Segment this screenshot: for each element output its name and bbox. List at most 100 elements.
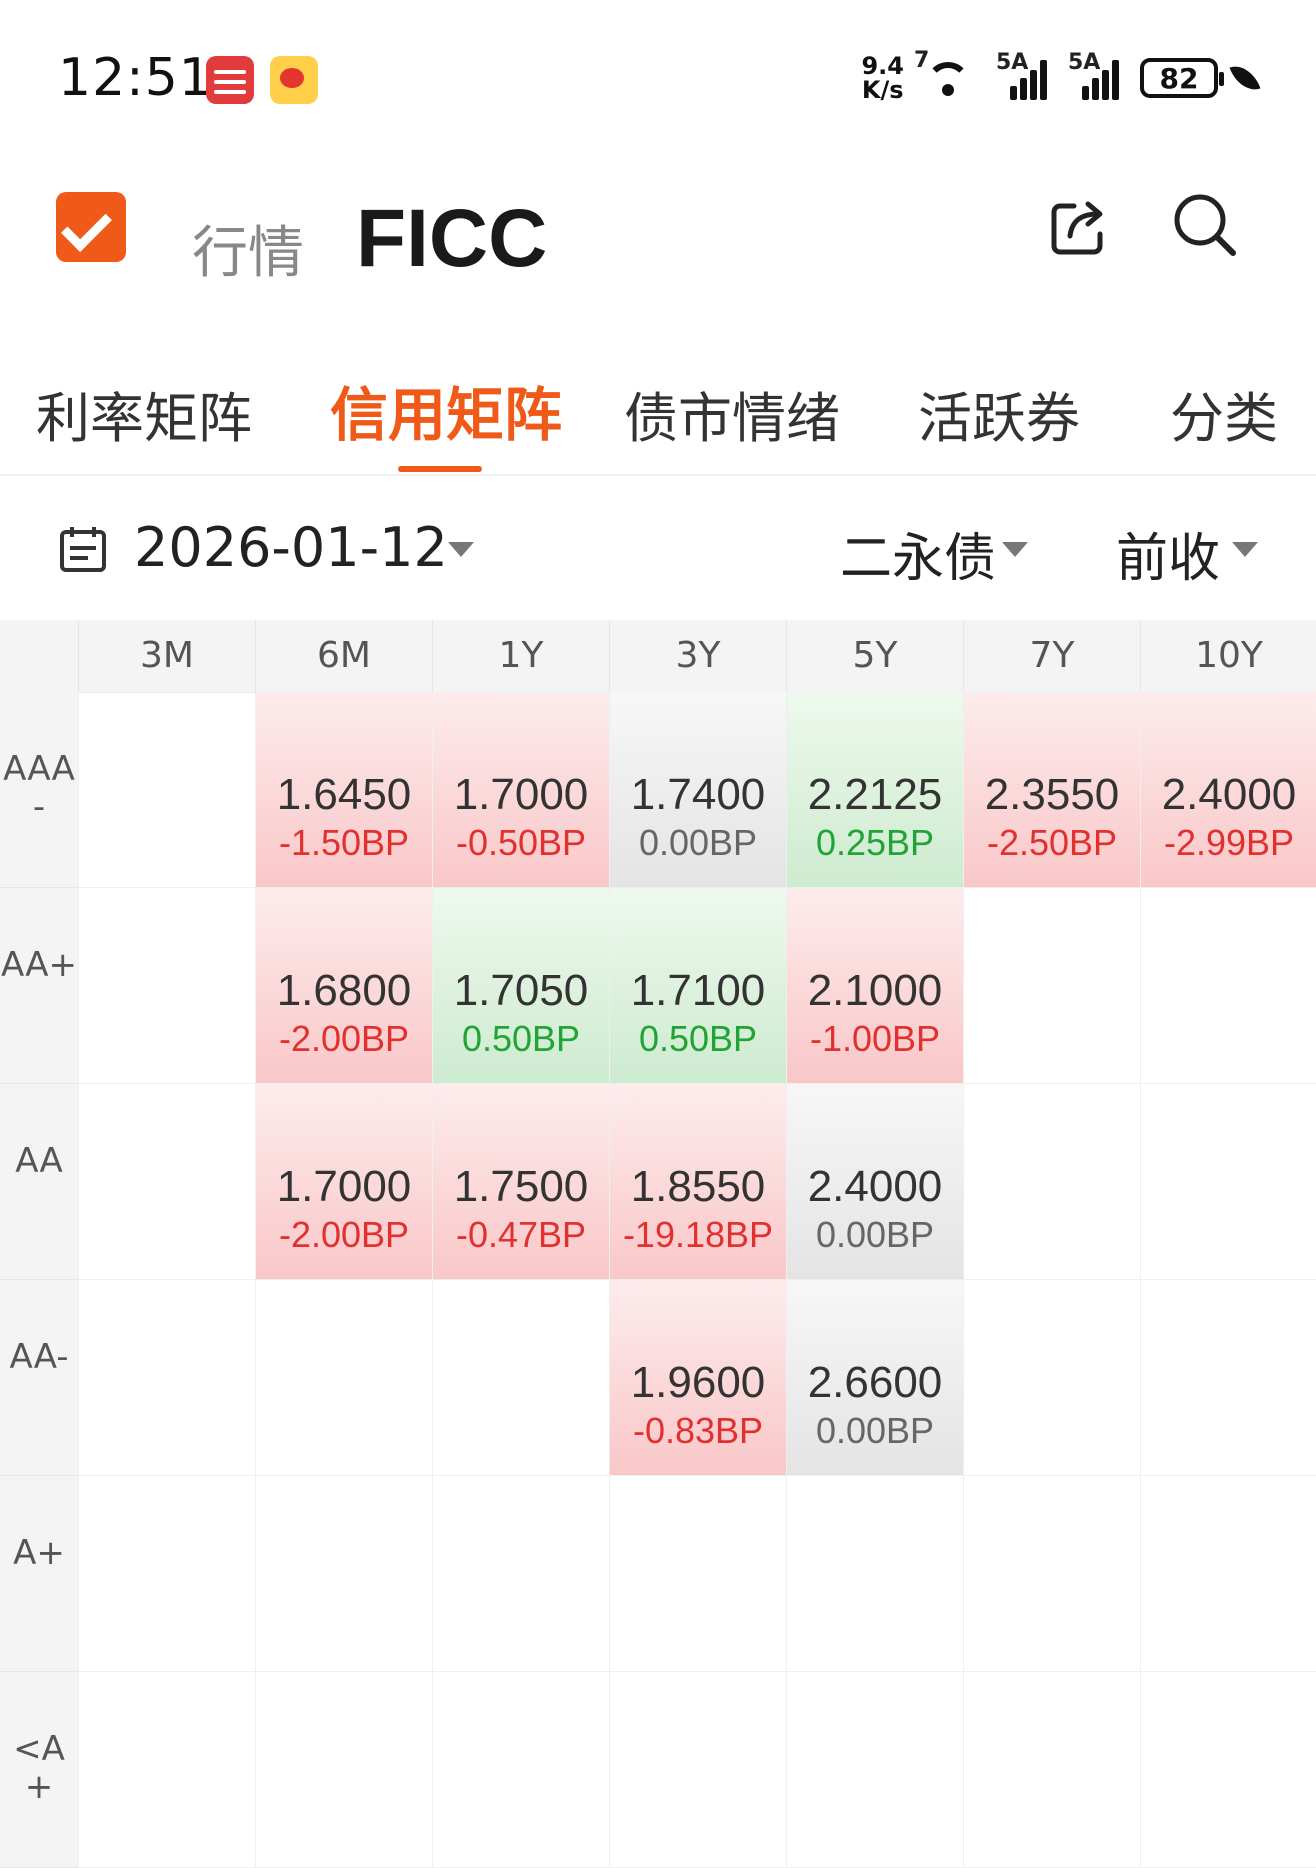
yield-value: 1.7400 — [630, 770, 766, 819]
matrix-cell-empty — [1140, 1084, 1316, 1280]
tab-bar: 利率矩阵 信用矩阵 债市情绪 活跃券 分类 — [0, 330, 1316, 476]
chevron-down-icon[interactable] — [448, 542, 474, 557]
wifi-icon — [920, 56, 980, 100]
matrix-cell-empty — [78, 1476, 255, 1672]
matrix-cell-empty — [1140, 888, 1316, 1084]
matrix-cell-empty — [963, 1280, 1140, 1476]
yield-value: 1.6450 — [276, 770, 412, 819]
page-title: FICC — [356, 193, 548, 284]
matrix-cell[interactable]: 2.3550 -2.50BP — [963, 692, 1140, 888]
matrix-cell[interactable]: 1.6450 -1.50BP — [255, 692, 432, 888]
yield-change: 0.50BP — [461, 1018, 581, 1059]
matrix-cell-empty — [1140, 1476, 1316, 1672]
yield-value: 2.4000 — [1161, 770, 1297, 819]
yield-value: 2.1000 — [807, 966, 943, 1015]
matrix-cell[interactable]: 1.7100 0.50BP — [609, 888, 786, 1084]
tab-category[interactable]: 分类 — [1170, 374, 1278, 453]
price-basis-selector[interactable]: 前收 — [1116, 516, 1220, 591]
yield-change: 0.00BP — [815, 1214, 935, 1255]
matrix-cell-empty — [432, 1672, 609, 1868]
yield-change: -2.99BP — [1163, 822, 1295, 863]
matrix-cell-empty — [78, 1672, 255, 1868]
rating-row-label: <A+ — [0, 1672, 78, 1868]
matrix-cell-empty — [255, 1280, 432, 1476]
yield-value: 1.7000 — [276, 1162, 412, 1211]
sim1-signal: 5A — [996, 50, 1052, 100]
matrix-cell[interactable]: 1.6800 -2.00BP — [255, 888, 432, 1084]
matrix-cell-empty — [963, 1476, 1140, 1672]
weibo-notification-icon — [270, 56, 318, 104]
matrix-cell[interactable]: 2.2125 0.25BP — [786, 692, 963, 888]
rating-row-label: AAA- — [0, 692, 78, 888]
filter-bar: 2026-01-12 二永债 前收 — [0, 474, 1316, 620]
stock-app-notification-icon — [206, 56, 254, 104]
tab-bond-sentiment[interactable]: 债市情绪 — [624, 374, 840, 453]
yield-change: -0.50BP — [455, 822, 587, 863]
wifi-indicator: 7 — [914, 48, 980, 100]
matrix-cell-empty — [78, 1280, 255, 1476]
yield-value: 1.9600 — [630, 1358, 766, 1407]
matrix-cell[interactable]: 1.8550 -19.18BP — [609, 1084, 786, 1280]
status-bar: 12:51 9.4 K/s 7 5A 5A 82 — [0, 0, 1316, 150]
yield-change: -2.00BP — [278, 1214, 410, 1255]
matrix-cell[interactable]: 2.6600 0.00BP — [786, 1280, 963, 1476]
yield-value: 1.7000 — [453, 770, 589, 819]
yield-change: -1.00BP — [809, 1018, 941, 1059]
matrix-cell[interactable]: 1.7400 0.00BP — [609, 692, 786, 888]
column-header: 1Y — [432, 620, 609, 692]
date-selector[interactable]: 2026-01-12 — [134, 516, 448, 579]
matrix-cell[interactable]: 2.4000 0.00BP — [786, 1084, 963, 1280]
yield-change: -2.00BP — [278, 1018, 410, 1059]
yield-change: -0.83BP — [632, 1410, 764, 1451]
matrix-cell-empty — [78, 1084, 255, 1280]
rating-label: AAA- — [3, 749, 75, 827]
yield-value: 1.7500 — [453, 1162, 589, 1211]
app-header: 行情 FICC — [0, 150, 1316, 330]
matrix-cell[interactable]: 2.1000 -1.00BP — [786, 888, 963, 1084]
chevron-down-icon[interactable] — [1002, 542, 1028, 557]
share-icon[interactable] — [1046, 196, 1110, 260]
matrix-cell-empty — [609, 1476, 786, 1672]
tab-active-bonds[interactable]: 活跃券 — [918, 374, 1080, 453]
yield-value: 1.6800 — [276, 966, 412, 1015]
power-saving-leaf-icon — [1229, 60, 1261, 96]
matrix-cell[interactable]: 2.4000 -2.99BP — [1140, 692, 1316, 888]
app-logo-icon[interactable] — [56, 192, 126, 262]
credit-matrix-grid: 3M 6M 1Y 3Y 5Y 7Y 10Y AAA- 1.6450 -1.50BP 1.7000-… — [0, 620, 1316, 1868]
matrix-cell[interactable]: 1.7500 -0.47BP — [432, 1084, 609, 1280]
calendar-icon[interactable] — [58, 524, 108, 574]
matrix-cell-empty — [432, 1280, 609, 1476]
matrix-cell-empty — [255, 1672, 432, 1868]
rating-row-label: AA- — [0, 1280, 78, 1476]
status-indicators: 9.4 K/s 7 5A 5A 82 — [861, 48, 1261, 104]
search-icon[interactable] — [1170, 190, 1240, 260]
sim2-signal: 5A — [1068, 50, 1124, 100]
matrix-cell[interactable]: 1.7000 -2.00BP — [255, 1084, 432, 1280]
tab-rate-matrix[interactable]: 利率矩阵 — [36, 374, 252, 453]
matrix-cell-empty — [1140, 1280, 1316, 1476]
chevron-down-icon[interactable] — [1232, 542, 1258, 557]
column-header: 7Y — [963, 620, 1140, 692]
yield-change: 0.00BP — [815, 1410, 935, 1451]
yield-value: 1.7050 — [453, 966, 589, 1015]
matrix-cell-empty — [432, 1476, 609, 1672]
bond-type-selector[interactable]: 二永债 — [840, 516, 996, 591]
matrix-cell[interactable]: 1.7000 -0.50BP — [432, 692, 609, 888]
yield-value: 2.3550 — [984, 770, 1120, 819]
matrix-cell-empty — [963, 888, 1140, 1084]
column-header: 5Y — [786, 620, 963, 692]
column-header: 6M — [255, 620, 432, 692]
yield-change: 0.25BP — [815, 822, 935, 863]
yield-change: 0.00BP — [638, 822, 758, 863]
network-speed: 9.4 K/s — [861, 52, 904, 104]
rating-row-label: A+ — [0, 1476, 78, 1672]
rating-row-label: AA — [0, 1084, 78, 1280]
tab-credit-matrix[interactable]: 信用矩阵 — [330, 368, 562, 452]
matrix-cell[interactable]: 1.9600 -0.83BP — [609, 1280, 786, 1476]
yield-change: -1.50BP — [278, 822, 410, 863]
matrix-cell[interactable]: 1.7050 0.50BP — [432, 888, 609, 1084]
matrix-cell-empty — [786, 1476, 963, 1672]
section-label[interactable]: 行情 — [192, 208, 304, 289]
signal-icon — [1068, 56, 1124, 100]
matrix-cell-empty — [1140, 1672, 1316, 1868]
